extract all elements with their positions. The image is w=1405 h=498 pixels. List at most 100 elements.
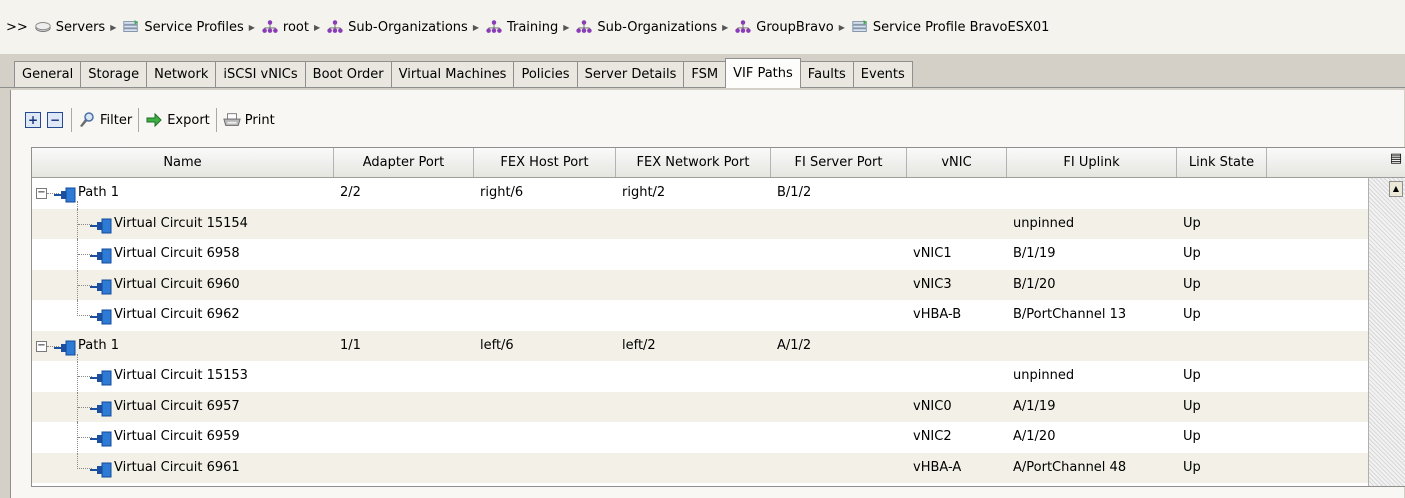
- service-profile-icon: [852, 19, 867, 32]
- scroll-up-arrow-icon[interactable]: ▲: [1389, 181, 1403, 197]
- cell-fi-server-port: [771, 392, 907, 423]
- virtual-circuit-icon: [90, 460, 112, 477]
- column-header[interactable]: Link State: [1177, 148, 1267, 177]
- collapse-toggle-icon[interactable]: −: [36, 188, 47, 199]
- cell-vnic: vNIC1: [913, 246, 952, 261]
- cell-fi-uplink: A/1/19: [1013, 398, 1056, 414]
- column-header[interactable]: Adapter Port: [334, 148, 474, 177]
- column-header[interactable]: FI Server Port: [771, 148, 907, 177]
- name-cell: Virtual Circuit 6961: [32, 452, 334, 484]
- cell-fex-network-port: [616, 300, 771, 331]
- virtual-circuit-row[interactable]: Virtual Circuit 6962 vHBA-B B/PortChannel …: [32, 300, 1369, 331]
- tab-policies[interactable]: Policies: [513, 61, 578, 87]
- breadcrumb: >> Servers ▶ Service Profiles ▶ root ▶ Sub-Org…: [0, 0, 1405, 54]
- virtual-circuit-row[interactable]: Virtual Circuit 6960 vNIC3 B/1/20 Up: [32, 269, 1369, 301]
- cell-fex-network-port: right/2: [622, 185, 666, 200]
- column-header[interactable]: vNIC: [907, 148, 1007, 177]
- collapse-toggle-icon[interactable]: −: [36, 340, 47, 352]
- breadcrumb-item[interactable]: GroupBravo: [734, 19, 834, 35]
- cell-vnic: vNIC0: [913, 398, 952, 414]
- cell-vnic: vNIC3: [913, 276, 952, 292]
- column-chooser-icon[interactable]: ▤: [1388, 151, 1404, 169]
- print-button[interactable]: Print: [219, 107, 279, 133]
- cell-fi-server-port: [771, 239, 907, 270]
- path-row[interactable]: − Path 1 1/1 left/6 left/2 A/1/2: [32, 330, 1369, 361]
- cell-adapter-port: [334, 361, 474, 392]
- collapse-all-button[interactable]: −: [47, 112, 63, 128]
- cell-fex-network-port: left/2: [622, 337, 656, 353]
- row-name: Virtual Circuit 6958: [114, 246, 240, 261]
- breadcrumb-prefix[interactable]: >>: [6, 20, 28, 35]
- column-header[interactable]: Name: [32, 148, 334, 177]
- expand-all-button[interactable]: +: [25, 112, 41, 128]
- organization-icon: [735, 20, 751, 33]
- column-header[interactable]: FEX Host Port: [474, 148, 616, 177]
- breadcrumb-item[interactable]: Sub-Organizations: [326, 19, 468, 35]
- tab-server-details[interactable]: Server Details: [576, 61, 685, 87]
- tab-bar: General Storage Network iSCSI vNICs Boot Ord…: [0, 56, 1405, 88]
- vertical-scrollbar[interactable]: ▲: [1368, 178, 1405, 486]
- tab-iscsi-vnics[interactable]: iSCSI vNICs: [215, 61, 306, 87]
- virtual-circuit-row[interactable]: Virtual Circuit 15153 unpinned Up: [32, 361, 1369, 392]
- tab-events[interactable]: Events: [852, 61, 913, 87]
- breadcrumb-item[interactable]: Servers: [34, 19, 105, 35]
- virtual-circuit-icon: [90, 399, 112, 416]
- cell-adapter-port: [334, 239, 474, 270]
- tab-faults[interactable]: Faults: [799, 61, 854, 87]
- path-row[interactable]: − Path 1 2/2 right/6 right/2 B/1/2: [32, 178, 1369, 209]
- breadcrumb-separator-icon: ▶: [110, 22, 117, 32]
- breadcrumb-item[interactable]: Service Profiles: [122, 19, 244, 35]
- virtual-circuit-row[interactable]: Virtual Circuit 6961 vHBA-A A/PortChannel …: [32, 452, 1369, 484]
- cell-fex-host-port: [474, 209, 616, 240]
- organization-icon: [486, 20, 502, 33]
- table-header: Name Adapter Port FEX Host Port FEX Network…: [32, 148, 1405, 178]
- cell-fi-uplink: A/PortChannel 48: [1013, 459, 1127, 475]
- cell-fi-server-port: B/1/2: [777, 185, 812, 200]
- virtual-circuit-icon: [90, 307, 112, 325]
- tab-fsm[interactable]: FSM: [683, 61, 727, 87]
- row-name: Virtual Circuit 15154: [114, 215, 248, 231]
- cell-link-state: Up: [1183, 398, 1201, 414]
- virtual-circuit-icon: [90, 368, 112, 386]
- virtual-circuit-icon: [90, 277, 112, 294]
- cell-adapter-port: [334, 270, 474, 301]
- cell-fi-server-port: [771, 422, 907, 453]
- cell-adapter-port: [334, 453, 474, 484]
- cell-link-state: Up: [1183, 459, 1201, 475]
- breadcrumb-item[interactable]: Service Profile BravoESX01: [851, 19, 1049, 35]
- tab-general[interactable]: General: [14, 61, 82, 87]
- server-icon: [35, 22, 51, 32]
- cell-adapter-port: [334, 300, 474, 331]
- breadcrumb-item[interactable]: root: [261, 19, 309, 35]
- tab-network[interactable]: Network: [146, 61, 217, 87]
- virtual-circuit-icon: [90, 216, 112, 233]
- tab-storage[interactable]: Storage: [80, 61, 148, 87]
- column-header[interactable]: FI Uplink: [1007, 148, 1177, 177]
- virtual-circuit-row[interactable]: Virtual Circuit 6958 vNIC1 B/1/19 Up: [32, 239, 1369, 270]
- breadcrumb-separator-icon: ▶: [838, 22, 845, 32]
- virtual-circuit-row[interactable]: Virtual Circuit 6957 vNIC0 A/1/19 Up: [32, 391, 1369, 423]
- virtual-circuit-row[interactable]: Virtual Circuit 6959 vNIC2 A/1/20 Up: [32, 422, 1369, 453]
- table-toolbar: + − Filter Export Print: [25, 105, 279, 135]
- virtual-circuit-row[interactable]: Virtual Circuit 15154 unpinned Up: [32, 208, 1369, 240]
- column-header[interactable]: FEX Network Port: [616, 148, 771, 177]
- cell-vnic: [907, 361, 1007, 392]
- name-cell: Virtual Circuit 6962: [32, 300, 334, 331]
- cell-fi-server-port: [771, 361, 907, 392]
- virtual-circuit-icon: [90, 246, 112, 264]
- cell-link-state: Up: [1183, 368, 1201, 383]
- export-button[interactable]: Export: [141, 107, 214, 133]
- breadcrumb-separator-icon: ▶: [248, 22, 255, 32]
- toolbar-separator: [138, 108, 140, 132]
- cell-fex-host-port: right/6: [480, 185, 524, 200]
- tab-boot-order[interactable]: Boot Order: [304, 61, 392, 87]
- filter-icon: [80, 112, 94, 127]
- breadcrumb-item[interactable]: Training: [485, 19, 558, 35]
- tab-virtual-machines[interactable]: Virtual Machines: [390, 61, 515, 87]
- filter-button[interactable]: Filter: [74, 107, 136, 133]
- cell-vnic: [907, 209, 1007, 240]
- cell-link-state: Up: [1183, 276, 1201, 292]
- tab-vif-paths[interactable]: VIF Paths: [725, 58, 801, 88]
- breadcrumb-item[interactable]: Sub-Organizations: [575, 19, 717, 35]
- vif-path-icon: [54, 338, 76, 355]
